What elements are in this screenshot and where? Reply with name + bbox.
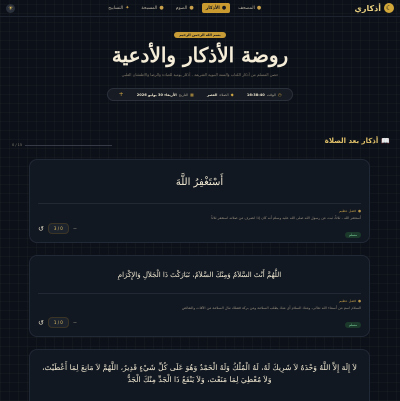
- count-display[interactable]: 1 / 0: [47, 317, 69, 328]
- prayer-value: العصر: [207, 92, 218, 97]
- date-value: الأربعاء 30 يوليو 2026: [136, 92, 177, 97]
- source-badge: مسلم: [345, 322, 361, 328]
- time-label: الوقت: [266, 92, 276, 97]
- counter-controls: ↺ 3 / 0 −: [38, 223, 77, 234]
- prayer-info: ◆ الصلاة العصر: [207, 92, 234, 97]
- nav-item-fasting[interactable]: ● الصوم: [172, 3, 198, 13]
- main-nav: ● المصحف ● الأذكار ● الصوم ● المسبحة ✦ التساب…: [104, 3, 265, 13]
- dhikr-text: أَسْتَغْفِرُ اللَّهَ: [175, 177, 224, 188]
- dhikr-card[interactable]: اللَّهُمَّ أَنْتَ السَّلاَمُ وَمِنْكَ ال…: [29, 255, 370, 337]
- count-display[interactable]: 3 / 0: [47, 223, 69, 234]
- bulb-icon: ●: [357, 299, 361, 303]
- time-value: 16:38:40: [246, 92, 265, 97]
- nav-item-misbaha[interactable]: ● المسبحة: [137, 3, 167, 13]
- hero: بسم الله الرحمن الرحيم روضة الأذكار والأ…: [0, 17, 400, 101]
- dhikr-text: لاَ إِلَهَ إِلاَّ اللَّهُ وَحْدَهُ لاَ ش…: [42, 363, 357, 384]
- top-navbar: ☾ أذكاري ● المصحف ● الأذكار ● الصوم ● المسبح…: [0, 0, 400, 17]
- calendar-icon: ▦: [190, 92, 194, 97]
- adhkar-icon: ●: [221, 5, 227, 11]
- nav-item-tasabih[interactable]: ✦ التسابيح: [104, 3, 133, 13]
- nav-item-label: الأذكار: [205, 5, 220, 11]
- reset-icon[interactable]: ↺: [38, 319, 44, 327]
- note-tag-label: فضل عظيم: [339, 209, 356, 213]
- prayer-label: الصلاة: [219, 92, 229, 97]
- calendar-icon: ●: [189, 5, 194, 11]
- star-icon: ✦: [125, 5, 130, 11]
- progress-count: 0 / 15: [12, 143, 23, 147]
- date-label: التاريخ: [178, 92, 189, 97]
- progress-bar: [25, 144, 112, 146]
- mosque-icon: ◆: [230, 92, 234, 97]
- note-tag: ● فضل عظيم: [38, 299, 361, 303]
- nav-item-label: التسابيح: [108, 5, 124, 11]
- bulb-icon: ●: [357, 209, 361, 213]
- nav-item-mushaf[interactable]: ● المصحف: [234, 3, 265, 13]
- section-header: 📖 أذكار بعد الصلاة: [325, 137, 390, 145]
- sun-icon[interactable]: ☀: [6, 3, 16, 13]
- note-text: السلام اسم من أسماء الله تعالى، ومنك الس…: [181, 306, 361, 310]
- decrement-button[interactable]: −: [73, 226, 77, 232]
- nav-item-label: المسبحة: [141, 5, 158, 11]
- brand-name: أذكاري: [354, 3, 381, 13]
- nav-item-label: الصوم: [175, 5, 188, 11]
- expand-icon[interactable]: +: [119, 91, 124, 98]
- crescent-moon-icon: ☾: [384, 3, 394, 13]
- dhikr-text: اللَّهُمَّ أَنْتَ السَّلاَمُ وَمِنْكَ ال…: [117, 271, 282, 279]
- decrement-button[interactable]: −: [73, 320, 77, 326]
- basmala-badge: بسم الله الرحمن الرحيم: [174, 32, 226, 38]
- dhikr-card[interactable]: لاَ إِلَهَ إِلاَّ اللَّهُ وَحْدَهُ لاَ ش…: [29, 349, 370, 401]
- reset-icon[interactable]: ↺: [38, 225, 44, 233]
- book-icon: ●: [256, 5, 262, 11]
- dhikr-note: ● فضل عظيم السلام اسم من أسماء الله تعالى…: [38, 293, 361, 330]
- note-tag: ● فضل عظيم: [38, 209, 361, 213]
- beads-icon: ●: [159, 5, 164, 11]
- source-badge: مسلم: [345, 232, 361, 238]
- counter-controls: ↺ 1 / 0 −: [38, 317, 77, 328]
- nav-item-adhkar[interactable]: ● الأذكار: [201, 3, 231, 13]
- section-title: أذكار بعد الصلاة: [324, 137, 379, 145]
- page-subtitle: حصن المسلم من أذكار الكتاب والسنة النبوي…: [121, 72, 279, 77]
- note-text: أستغفر الله - ثلاثاً، ثبت عن رسول الله ص…: [211, 216, 361, 220]
- progress: 0 / 15: [12, 143, 112, 147]
- dhikr-card[interactable]: أَسْتَغْفِرُ اللَّهَ ● فضل عظيم أستغفر ال…: [29, 159, 370, 243]
- brand[interactable]: ☾ أذكاري: [355, 3, 394, 13]
- time-info: ◷ الوقت 16:38:40: [247, 92, 282, 97]
- nav-item-label: المصحف: [238, 5, 255, 11]
- book-icon: 📖: [381, 137, 390, 145]
- info-bar: ◷ الوقت 16:38:40 ◆ الصلاة العصر ▦ التاريخ الأر…: [107, 88, 293, 101]
- clock-icon: ◷: [277, 92, 282, 97]
- dhikr-note: ● فضل عظيم أستغفر الله - ثلاثاً، ثبت عن ر…: [38, 203, 361, 240]
- page-title: روضة الأذكار والأدعية: [111, 43, 289, 67]
- date-info: ▦ التاريخ الأربعاء 30 يوليو 2026: [137, 92, 194, 97]
- note-tag-label: فضل عظيم: [339, 299, 356, 303]
